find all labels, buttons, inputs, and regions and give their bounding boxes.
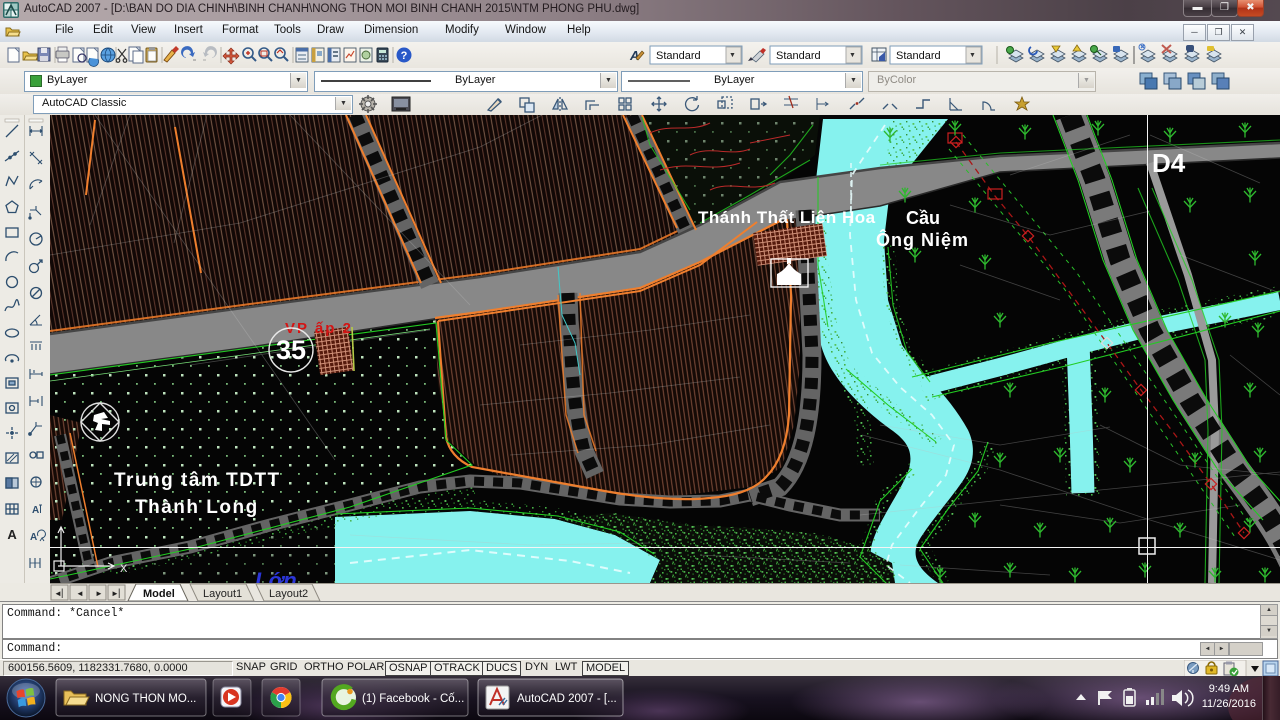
- svg-text:X: X: [120, 563, 128, 575]
- svg-text:Thành Long: Thành Long: [135, 497, 259, 518]
- svg-text:Thánh Thất Liên Hoa: Thánh Thất Liên Hoa: [698, 208, 876, 227]
- svg-text:▼: ▼: [969, 52, 976, 59]
- svg-text:Layout2: Layout2: [269, 588, 308, 600]
- svg-text:A: A: [32, 505, 39, 516]
- svg-text:Standard: Standard: [776, 50, 821, 62]
- svg-text:◄▏: ◄▏: [54, 588, 68, 598]
- svg-text:Trung tâm TDTT: Trung tâm TDTT: [114, 470, 281, 491]
- svg-text:Layout1: Layout1: [203, 588, 242, 600]
- svg-text:NONG THON MO...: NONG THON MO...: [95, 693, 196, 705]
- svg-text:A: A: [7, 527, 17, 542]
- svg-text:D4: D4: [1152, 148, 1186, 178]
- svg-text:(1) Facebook - Cố...: (1) Facebook - Cố...: [362, 693, 464, 705]
- svg-text:35: 35: [276, 335, 306, 365]
- svg-text:Model: Model: [143, 588, 175, 600]
- svg-text:▼: ▼: [729, 52, 736, 59]
- svg-text:►▏: ►▏: [111, 588, 125, 598]
- svg-text:Standard: Standard: [896, 50, 941, 62]
- svg-text:◄: ◄: [76, 589, 84, 598]
- svg-text:AutoCAD 2007 - [...: AutoCAD 2007 - [...: [517, 693, 617, 705]
- svg-text:Standard: Standard: [656, 50, 701, 62]
- svg-text:▼: ▼: [849, 52, 856, 59]
- svg-text:?: ?: [401, 50, 408, 62]
- svg-text:Lớn: Lớn: [255, 568, 297, 583]
- svg-text:Cầu: Cầu: [906, 208, 940, 228]
- svg-text:A: A: [30, 532, 37, 543]
- svg-text:Ông Niệm: Ông Niệm: [876, 229, 969, 250]
- svg-text:►: ►: [95, 589, 103, 598]
